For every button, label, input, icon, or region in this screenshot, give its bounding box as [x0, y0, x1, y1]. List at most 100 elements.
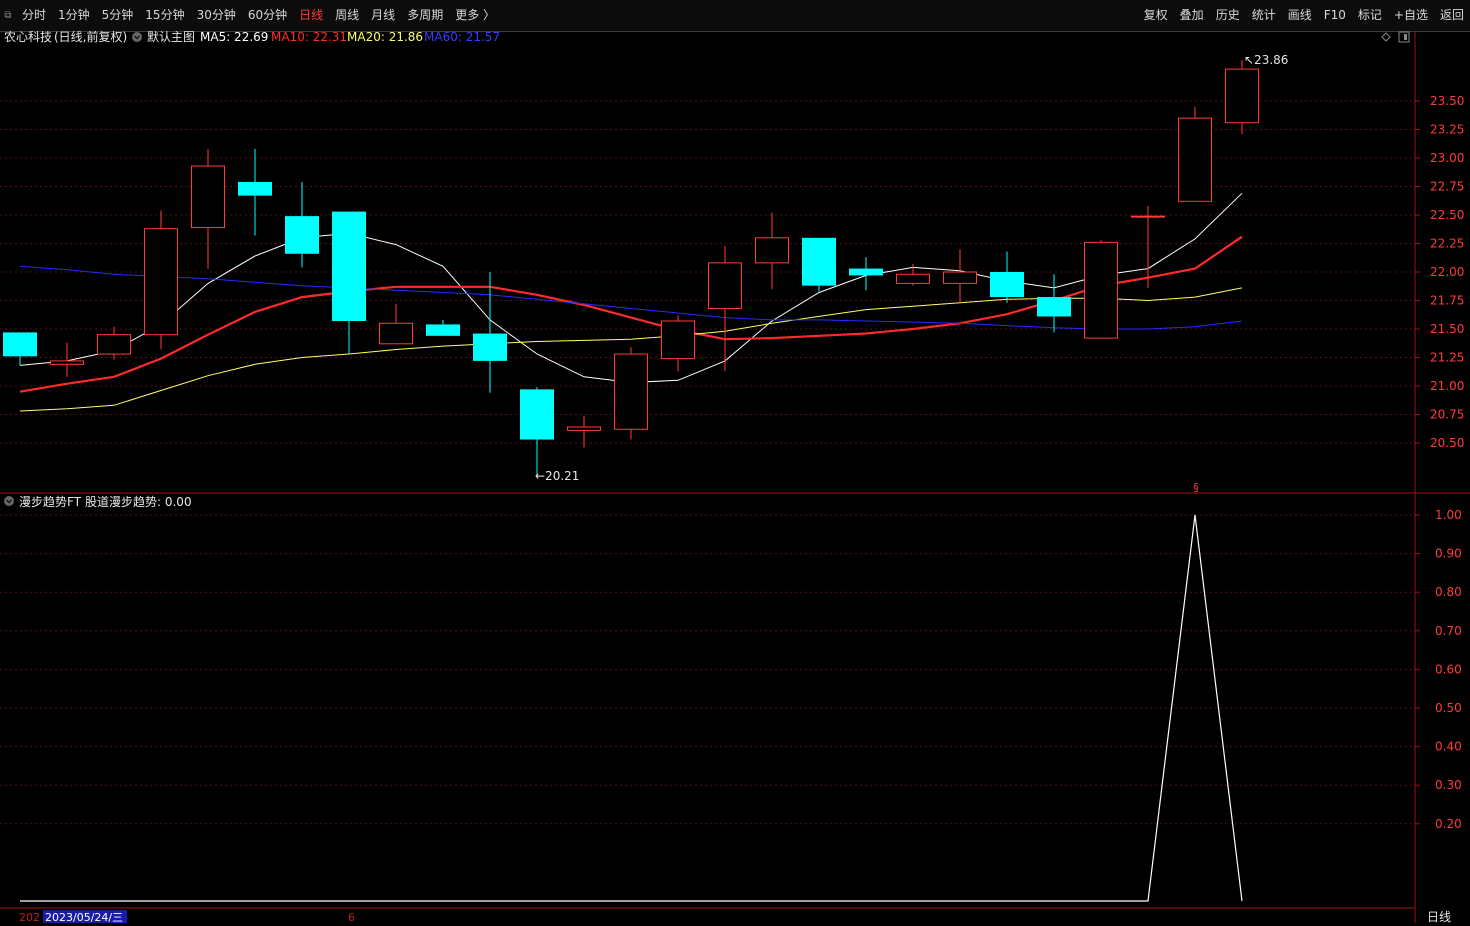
candlesticks: [3, 60, 1259, 476]
toolbar-button-7[interactable]: +自选: [1388, 0, 1434, 31]
candle-body-up: [191, 165, 225, 229]
period-toolbar: ⧉ 分时 1分钟 5分钟 15分钟 30分钟 60分钟 日线 周线 月线 多周期 更多 〉 复权 叠加…: [0, 0, 1470, 32]
candle-body-up: [50, 360, 84, 365]
candle-body-up: [1131, 215, 1165, 218]
period-button[interactable]: 日线: [1427, 910, 1451, 924]
candle-body-up: [661, 320, 695, 360]
ma10-value: MA10: 22.31: [271, 31, 347, 44]
candle: [238, 148, 272, 236]
ma60-value: MA60: 21.57: [424, 31, 500, 44]
period-tab-4[interactable]: 30分钟: [191, 0, 242, 31]
price-tick-label: 21.00: [1430, 379, 1464, 393]
period-tab-6[interactable]: 日线: [293, 0, 329, 31]
candle-body-down: [3, 332, 37, 357]
candle: [97, 326, 131, 360]
candle: [990, 251, 1024, 303]
period-tab-9[interactable]: 多周期: [401, 0, 449, 31]
toolbar-button-6[interactable]: 标记: [1352, 0, 1388, 31]
indicator-name[interactable]: 漫步趋势FT: [19, 495, 82, 509]
indicator-axis: 0.20 0.30 0.40 0.50 0.60 0.70 0.80 0.90 1.00: [1415, 508, 1462, 831]
toolbar-button-5[interactable]: F10: [1318, 0, 1352, 31]
candle-body-up: [379, 322, 413, 345]
price-tick-label: 22.00: [1430, 265, 1464, 279]
candle: [1037, 274, 1071, 333]
indicator-grid: [0, 514, 1415, 825]
candle: [379, 303, 413, 345]
axis-year-label: 202: [19, 911, 40, 923]
period-tab-2[interactable]: 5分钟: [96, 0, 140, 31]
ma20-value: MA20: 21.86: [347, 31, 423, 44]
period-tab-3[interactable]: 15分钟: [139, 0, 190, 31]
template-label[interactable]: 默认主图: [147, 29, 195, 44]
candle-body-up: [567, 426, 601, 431]
price-tick-label: 23.00: [1430, 151, 1464, 165]
candle: [1225, 60, 1259, 135]
candle-body-up: [755, 237, 789, 264]
period-label: (日线,前复权): [54, 31, 127, 44]
period-tab-1[interactable]: 1分钟: [52, 0, 96, 31]
candle-body-down: [473, 333, 507, 361]
indicator-header: 漫步趋势FT 股道漫步趋势: 0.00: [4, 495, 192, 509]
indicator-tick-label: 0.20: [1435, 817, 1462, 831]
template-toggle-icon[interactable]: [132, 32, 142, 42]
indicator-tick-label: 0.80: [1435, 585, 1462, 599]
price-tick-label: 20.50: [1430, 436, 1464, 450]
month-marker: 6: [348, 911, 355, 923]
candle: [708, 245, 742, 372]
toolbar-button-4[interactable]: 画线: [1282, 0, 1318, 31]
candle-body-up: [144, 228, 178, 336]
price-axis: 20.50 20.75 21.00 21.25 21.50 21.75 22.00 22.25…: [1415, 94, 1464, 450]
candle-body-down: [426, 324, 460, 336]
candle-body-down: [238, 181, 272, 196]
candle-body-down: [332, 211, 366, 321]
panel-expand-icon-inner: [1404, 34, 1407, 40]
period-tab-7[interactable]: 周线: [329, 0, 365, 31]
chart-frame: [0, 31, 1470, 923]
period-tab-10[interactable]: 更多 〉: [449, 0, 501, 31]
candle: [943, 249, 977, 303]
candle-body-down: [285, 216, 319, 254]
toolbar-button-1[interactable]: 叠加: [1174, 0, 1210, 31]
candle: [1084, 240, 1118, 339]
candle-body-down: [520, 389, 554, 440]
toolbar-button-0[interactable]: 复权: [1138, 0, 1174, 31]
period-tab-5[interactable]: 60分钟: [242, 0, 293, 31]
price-tick-label: 22.25: [1430, 236, 1464, 250]
candle-body-up: [708, 262, 742, 309]
candle-body-down: [849, 268, 883, 276]
kline-chart[interactable]: 20.50 20.75 21.00 21.25 21.50 21.75 22.00 22.25…: [0, 29, 1470, 924]
chart-area[interactable]: 20.50 20.75 21.00 21.25 21.50 21.75 22.00 22.25…: [0, 29, 1470, 924]
candle: [144, 210, 178, 350]
candle-body-up: [614, 353, 648, 430]
diamond-icon[interactable]: [1381, 32, 1391, 42]
candle-body-up: [1178, 117, 1212, 202]
price-tick-label: 23.25: [1430, 123, 1464, 137]
indicator-tick-label: 0.70: [1435, 624, 1462, 638]
indicator-tick-label: 0.60: [1435, 662, 1462, 676]
window-restore-icon[interactable]: ⧉: [0, 0, 16, 31]
toolbar-button-2[interactable]: 历史: [1210, 0, 1246, 31]
candle-body-down: [990, 271, 1024, 298]
toolbar-button-3[interactable]: 统计: [1246, 0, 1282, 31]
toolbar-button-8[interactable]: 返回: [1434, 0, 1470, 31]
candle: [849, 257, 883, 291]
price-tick-label: 23.50: [1430, 94, 1464, 108]
candle: [50, 342, 84, 377]
indicator-toggle-icon[interactable]: [4, 496, 14, 506]
candle: [3, 332, 37, 366]
candle: [191, 148, 225, 269]
low-price-label: ←20.21: [535, 469, 579, 483]
indicator-value: 股道漫步趋势: 0.00: [85, 495, 192, 509]
period-tab-0[interactable]: 分时: [16, 0, 52, 31]
candle: [473, 271, 507, 393]
indicator-tick-label: 0.50: [1435, 701, 1462, 715]
ma5-value: MA5: 22.69: [200, 31, 268, 44]
price-tick-label: 22.75: [1430, 180, 1464, 194]
candle: [896, 264, 930, 286]
candle: [661, 315, 695, 372]
price-tick-label: 21.50: [1430, 322, 1464, 336]
indicator-tick-label: 0.30: [1435, 778, 1462, 792]
event-marker-icon[interactable]: §: [1193, 481, 1199, 494]
indicator-tick-label: 0.40: [1435, 740, 1462, 754]
period-tab-8[interactable]: 月线: [365, 0, 401, 31]
